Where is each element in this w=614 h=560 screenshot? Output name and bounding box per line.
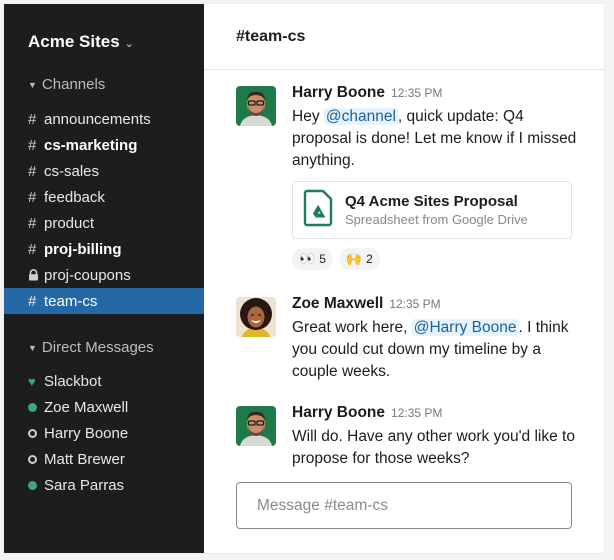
dm-item-sara-parras[interactable]: Sara Parras: [4, 472, 204, 498]
dm-label: Matt Brewer: [44, 450, 125, 468]
text-segment: Hey: [292, 108, 324, 125]
dm-label: Slackbot: [44, 372, 102, 390]
away-status-icon: [28, 454, 44, 464]
sidebar: Acme Sites ⌄ ▼ Channels # announcements …: [4, 4, 204, 553]
raised-hands-icon: 🙌: [345, 251, 363, 266]
hash-icon: #: [28, 110, 37, 128]
message-timestamp[interactable]: 12:35 PM: [391, 86, 442, 100]
hash-icon: #: [28, 214, 37, 232]
dm-item-harry-boone[interactable]: Harry Boone: [4, 420, 204, 446]
mention-user[interactable]: @Harry Boone: [411, 319, 519, 336]
message-timestamp[interactable]: 12:35 PM: [391, 406, 442, 420]
message-author[interactable]: Harry Boone: [292, 404, 385, 422]
hash-icon: #: [28, 240, 37, 258]
reaction-eyes[interactable]: 👀 5: [292, 248, 333, 270]
dm-item-zoe-maxwell[interactable]: Zoe Maxwell: [4, 394, 204, 420]
dm-label: Sara Parras: [44, 476, 125, 494]
message: Zoe Maxwell 12:35 PM Great work here, @H…: [236, 295, 576, 383]
attachment-subtitle: Spreadsheet from Google Drive: [345, 212, 528, 227]
message-header: Harry Boone 12:35 PM: [292, 84, 576, 106]
online-status-icon: [28, 480, 44, 490]
message-composer: [236, 482, 572, 529]
channel-label: cs-sales: [44, 162, 100, 180]
reaction-count: 5: [319, 252, 326, 266]
avatar-zoe-maxwell[interactable]: [236, 297, 276, 337]
channel-label: team-cs: [44, 292, 98, 310]
message-text: Will do. Have any other work you'd like …: [292, 428, 575, 467]
text-segment: Great work here,: [292, 319, 412, 336]
channel-label: proj-coupons: [44, 266, 131, 284]
lock-icon: [28, 269, 44, 281]
reaction-count: 2: [366, 252, 373, 266]
message-header: Harry Boone 12:35 PM: [292, 404, 576, 426]
team-switcher[interactable]: Acme Sites ⌄: [28, 32, 134, 52]
reaction-raised-hands[interactable]: 🙌 2: [338, 248, 380, 270]
attachment-text: Q4 Acme Sites Proposal Spreadsheet from …: [345, 193, 528, 227]
channels-header-label: Channels: [41, 76, 106, 93]
sidebar-item-feedback[interactable]: # feedback: [4, 184, 204, 210]
dm-list: ♥ Slackbot Zoe Maxwell Harry Boone Matt …: [4, 368, 204, 498]
message-author[interactable]: Zoe Maxwell: [292, 295, 383, 313]
hash-icon: #: [28, 162, 37, 180]
dm-section-toggle[interactable]: ▼ Direct Messages: [28, 339, 154, 356]
team-name: Acme Sites: [28, 32, 120, 51]
channel-label: product: [44, 214, 95, 232]
hash-icon: #: [28, 188, 37, 206]
message: Harry Boone 12:35 PM Hey @channel, quick…: [236, 84, 576, 270]
channel-list: # announcements # cs-marketing # cs-sale…: [4, 106, 204, 314]
file-attachment[interactable]: Q4 Acme Sites Proposal Spreadsheet from …: [292, 181, 572, 239]
message-list: Harry Boone 12:35 PM Hey @channel, quick…: [236, 84, 576, 470]
online-status-icon: [28, 402, 44, 412]
avatar-harry-boone[interactable]: [236, 86, 276, 126]
channel-label: cs-marketing: [44, 136, 138, 154]
sidebar-item-product[interactable]: # product: [4, 210, 204, 236]
message-header: Zoe Maxwell 12:35 PM: [292, 295, 576, 317]
dm-item-matt-brewer[interactable]: Matt Brewer: [4, 446, 204, 472]
away-status-icon: [28, 428, 44, 438]
message-author[interactable]: Harry Boone: [292, 84, 385, 102]
channel-label: feedback: [44, 188, 105, 206]
channel-header: #team-cs: [204, 4, 604, 70]
dm-label: Harry Boone: [44, 424, 129, 442]
dm-label: Zoe Maxwell: [44, 398, 129, 416]
app-window: Acme Sites ⌄ ▼ Channels # announcements …: [4, 4, 604, 553]
sidebar-item-team-cs[interactable]: # team-cs: [4, 288, 204, 314]
message-input[interactable]: [257, 483, 571, 528]
caret-down-icon: ▼: [28, 79, 37, 90]
google-drive-file-icon: [303, 189, 333, 232]
hash-icon: #: [28, 136, 37, 154]
dm-item-slackbot[interactable]: ♥ Slackbot: [4, 368, 204, 394]
channel-label: announcements: [44, 110, 151, 128]
dm-header-label: Direct Messages: [41, 339, 154, 356]
attachment-title[interactable]: Q4 Acme Sites Proposal: [345, 193, 528, 210]
eyes-icon: 👀: [299, 251, 316, 266]
sidebar-item-announcements[interactable]: # announcements: [4, 106, 204, 132]
message-text: Hey @channel, quick update: Q4 proposal …: [292, 106, 582, 172]
hash-icon: #: [28, 292, 37, 310]
avatar-harry-boone[interactable]: [236, 406, 276, 446]
message-text: Great work here, @Harry Boone. I think y…: [292, 317, 582, 383]
channel-title: #team-cs: [236, 27, 306, 45]
channels-section-toggle[interactable]: ▼ Channels: [28, 76, 105, 93]
sidebar-item-cs-marketing[interactable]: # cs-marketing: [4, 132, 204, 158]
mention-channel[interactable]: @channel: [323, 108, 398, 125]
message-timestamp[interactable]: 12:35 PM: [389, 297, 440, 311]
chevron-down-icon: ⌄: [124, 37, 134, 50]
sidebar-item-cs-sales[interactable]: # cs-sales: [4, 158, 204, 184]
heart-icon: ♥: [28, 373, 36, 389]
channel-label: proj-billing: [44, 240, 122, 258]
sidebar-item-proj-billing[interactable]: # proj-billing: [4, 236, 204, 262]
sidebar-item-proj-coupons[interactable]: proj-coupons: [4, 262, 204, 288]
caret-down-icon: ▼: [28, 342, 37, 353]
main-pane: #team-cs Harry Boone 12:35 PM Hey @chann…: [204, 4, 604, 553]
message: Harry Boone 12:35 PM Will do. Have any o…: [236, 404, 576, 470]
reactions: 👀 5 🙌 2: [292, 248, 576, 270]
